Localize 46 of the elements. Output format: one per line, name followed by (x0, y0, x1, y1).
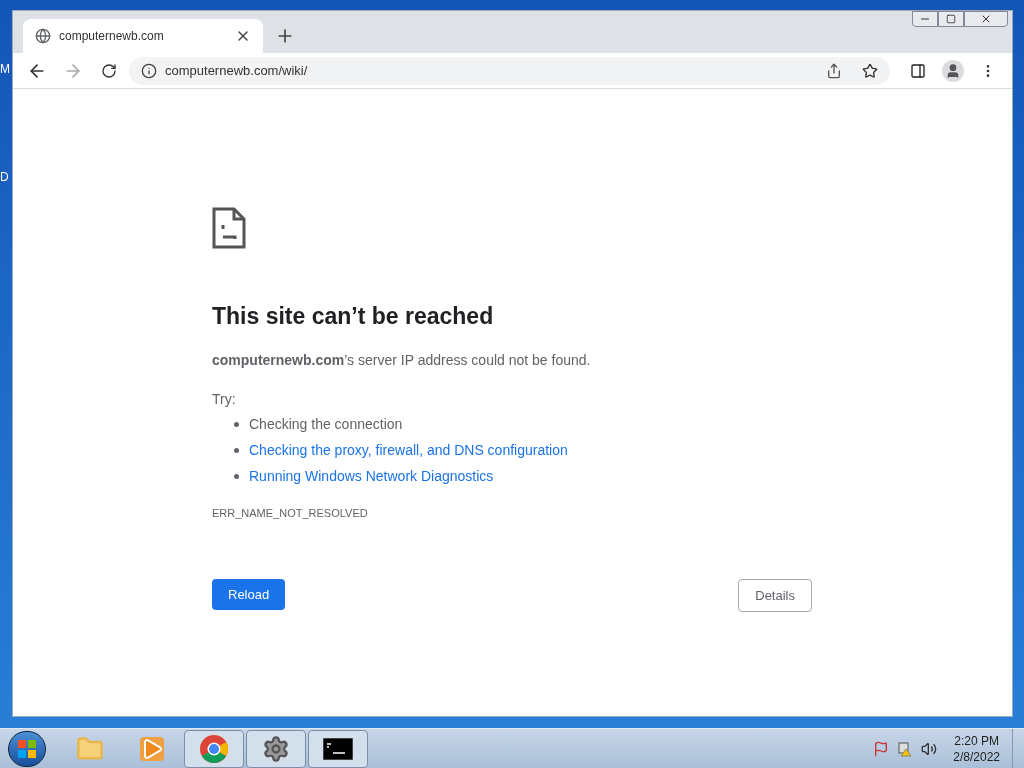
bullet-icon (234, 421, 239, 427)
clock-time: 2:20 PM (954, 732, 999, 749)
chrome-logo-icon (199, 733, 229, 764)
share-icon[interactable] (826, 62, 842, 79)
windows-logo-icon (18, 739, 36, 758)
tab-title: computernewb.com (59, 28, 165, 45)
suggestion-link[interactable]: Checking the proxy, firewall, and DNS configuration (249, 439, 568, 461)
info-icon (141, 62, 157, 79)
minimize-button[interactable] (912, 11, 938, 27)
taskbar-app-button[interactable] (308, 729, 368, 768)
network-icon[interactable] (897, 740, 914, 757)
bookmark-star-icon[interactable] (862, 62, 878, 79)
error-heading: This site can’t be reached (212, 302, 495, 331)
play-icon (140, 736, 164, 761)
start-button[interactable] (8, 730, 46, 767)
terminal-icon (323, 737, 353, 760)
address-bar[interactable]: computernewb.com/wiki/ (129, 56, 890, 85)
flag-icon[interactable] (873, 740, 890, 757)
desktop-icon-label: M (0, 61, 11, 78)
url-text: computernewb.com/wiki/ (165, 61, 309, 80)
reload-button[interactable]: Reload (212, 579, 286, 610)
error-code: ERR_NAME_NOT_RESOLVED (212, 505, 369, 521)
suggestion-text: Checking the connection (249, 414, 403, 434)
error-message: computernewb.com’s server IP address could not be found. (212, 350, 592, 370)
side-panel-icon[interactable] (910, 62, 926, 79)
close-icon (980, 13, 992, 25)
try-label: Try: (212, 389, 237, 409)
clock[interactable]: 2:20 PM 2/8/2022 (953, 732, 1000, 765)
bullet-icon (234, 447, 239, 453)
speaker-icon[interactable] (921, 740, 938, 757)
close-button[interactable] (964, 11, 1008, 27)
reload-icon[interactable] (101, 62, 117, 79)
gear-icon (262, 734, 290, 763)
person-icon (945, 62, 961, 79)
suggestion-link[interactable]: Running Windows Network Diagnostics (249, 465, 494, 487)
clock-date: 2/8/2022 (953, 748, 1000, 765)
globe-icon (35, 28, 51, 44)
folder-icon (76, 734, 104, 763)
browser-tab[interactable]: computernewb.com (23, 19, 263, 53)
sad-page-icon (212, 207, 246, 249)
maximize-button[interactable] (938, 11, 964, 27)
desktop-icon-label: D (0, 169, 10, 186)
maximize-icon (946, 14, 956, 24)
profile-avatar[interactable] (942, 59, 964, 82)
details-button[interactable]: Details (738, 579, 812, 612)
bullet-icon (234, 473, 239, 479)
